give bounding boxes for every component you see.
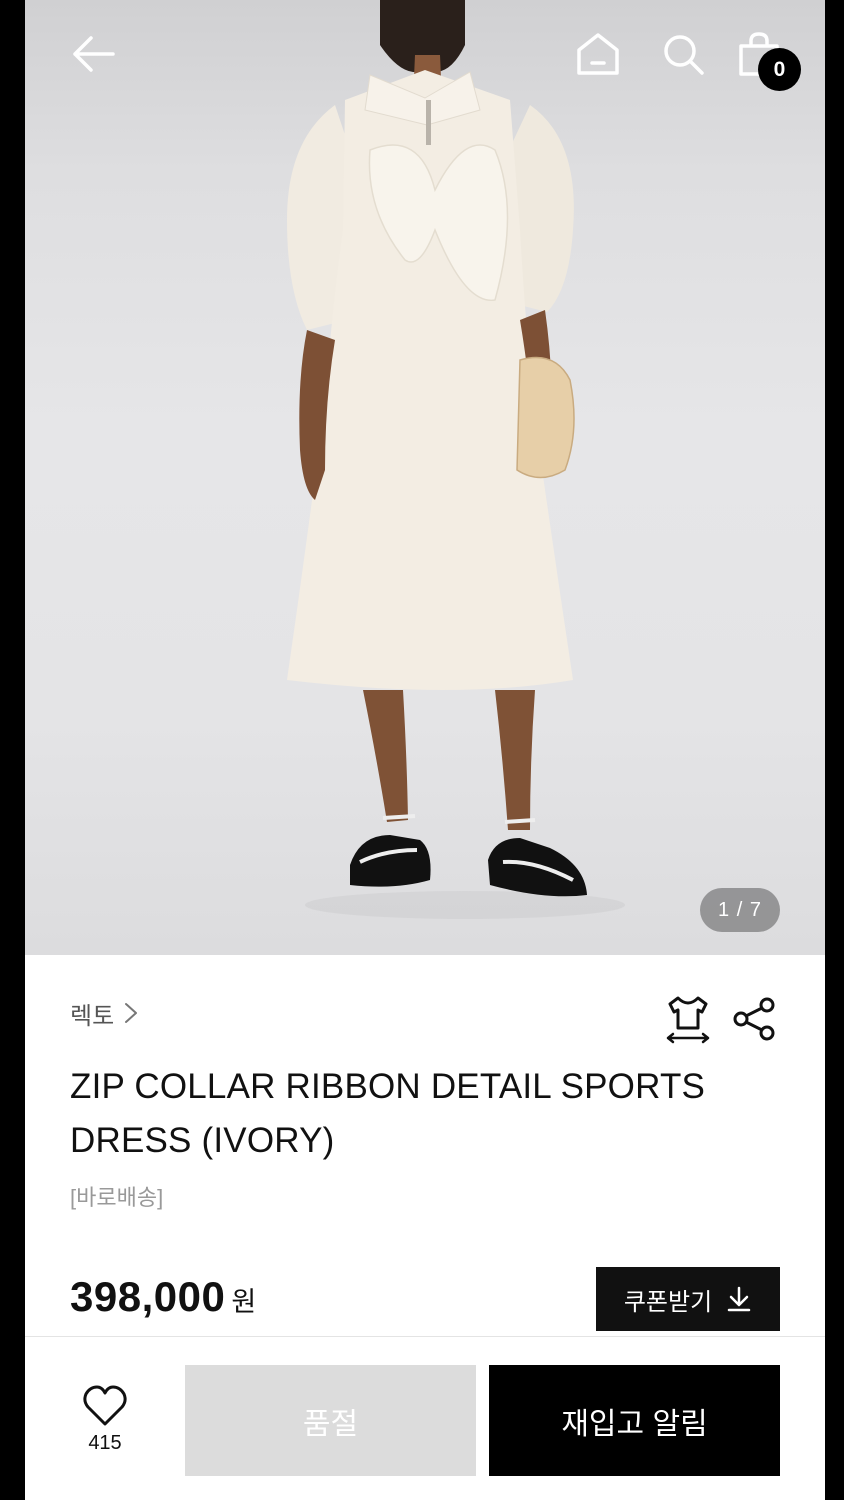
restock-alert-button[interactable]: 재입고 알림 [489, 1365, 780, 1476]
product-image[interactable]: 0 1 / 7 [25, 0, 825, 955]
image-counter: 1 / 7 [700, 888, 780, 932]
product-detail-screen: 0 1 / 7 렉토 ZIP COLLAR RIBBON DETAIL SPOR… [25, 0, 825, 1500]
price-currency: 원 [231, 1287, 257, 1317]
brand-link[interactable]: 렉토 [70, 995, 140, 1031]
model-photo [287, 0, 625, 919]
share-icon[interactable] [731, 996, 777, 1042]
heart-icon [83, 1385, 127, 1426]
cart-count-badge: 0 [758, 48, 801, 91]
coupon-download-button[interactable]: 쿠폰받기 [596, 1267, 780, 1331]
product-title: ZIP COLLAR RIBBON DETAIL SPORTS DRESS (I… [70, 1067, 706, 1160]
back-arrow-icon[interactable] [69, 30, 117, 78]
chevron-right-icon [125, 1003, 138, 1023]
like-count: 415 [88, 1432, 122, 1454]
coupon-label: 쿠폰받기 [623, 1288, 713, 1316]
like-button[interactable]: 415 [70, 1384, 140, 1464]
price-value: 398,000 [70, 1273, 226, 1320]
soldout-button[interactable]: 품절 [185, 1365, 476, 1476]
divider [25, 1336, 825, 1337]
brand-name: 렉토 [70, 1002, 115, 1030]
delivery-tag: [바로배송] [70, 1185, 164, 1210]
search-icon[interactable] [661, 32, 705, 76]
size-guide-icon[interactable] [662, 994, 714, 1044]
price: 398,000 원 [70, 1273, 256, 1321]
download-icon [727, 1286, 751, 1312]
home-icon[interactable] [575, 30, 621, 78]
